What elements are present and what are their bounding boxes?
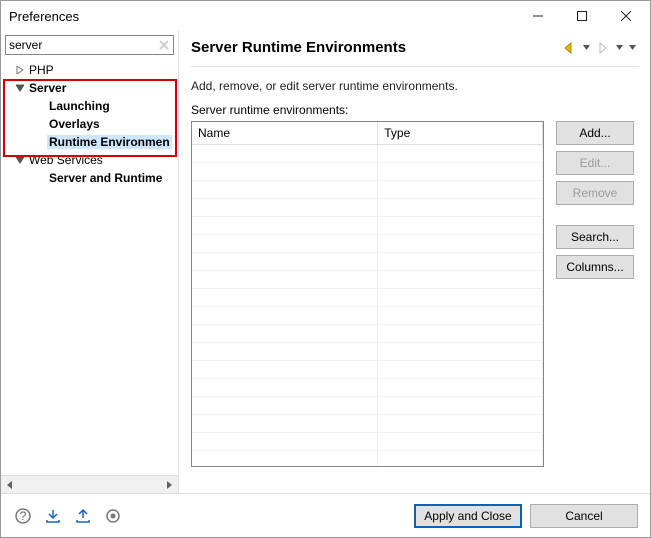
sidebar: PHP Server Launching Overlays Runtime En…: [1, 31, 179, 493]
column-header-name[interactable]: Name: [192, 122, 378, 144]
table-row[interactable]: [192, 270, 543, 288]
table-row[interactable]: [192, 288, 543, 306]
cancel-button[interactable]: Cancel: [530, 504, 638, 528]
table-row[interactable]: [192, 234, 543, 252]
page-description: Add, remove, or edit server runtime envi…: [191, 79, 638, 93]
minimize-button[interactable]: [516, 2, 560, 30]
collapse-icon[interactable]: [13, 84, 27, 92]
scroll-right-icon[interactable]: [160, 476, 178, 494]
table-row[interactable]: [192, 396, 543, 414]
main-area: PHP Server Launching Overlays Runtime En…: [1, 31, 650, 493]
close-button[interactable]: [604, 2, 648, 30]
import-icon[interactable]: [43, 506, 63, 526]
content-panel: Server Runtime Environments Add, remove,…: [179, 31, 650, 493]
view-menu-icon[interactable]: [627, 42, 638, 54]
title-bar: Preferences: [1, 1, 650, 31]
horizontal-scrollbar[interactable]: [1, 475, 178, 493]
edit-button[interactable]: Edit...: [556, 151, 634, 175]
svg-text:?: ?: [20, 509, 27, 523]
collapse-icon[interactable]: [13, 156, 27, 164]
tree-item-server[interactable]: Server: [3, 79, 178, 97]
table-row[interactable]: [192, 360, 543, 378]
table-row[interactable]: [192, 144, 543, 162]
back-menu-icon[interactable]: [581, 42, 592, 54]
tree-item-web-services[interactable]: Web Services: [3, 151, 178, 169]
tree-item-php[interactable]: PHP: [3, 61, 178, 79]
table-row[interactable]: [192, 450, 543, 467]
add-button[interactable]: Add...: [556, 121, 634, 145]
button-column: Add... Edit... Remove Search... Columns.…: [556, 121, 634, 467]
tree-item-runtime-environments[interactable]: Runtime Environmen: [3, 133, 178, 151]
table-row[interactable]: [192, 324, 543, 342]
window-title: Preferences: [9, 9, 516, 24]
oomph-icon[interactable]: [103, 506, 123, 526]
apply-close-button[interactable]: Apply and Close: [414, 504, 522, 528]
column-header-type[interactable]: Type: [378, 122, 543, 144]
runtime-table[interactable]: Name Type: [191, 121, 544, 467]
forward-icon[interactable]: [594, 42, 612, 54]
table-row[interactable]: [192, 378, 543, 396]
nav-icons: [561, 42, 638, 54]
tree-item-launching[interactable]: Launching: [3, 97, 178, 115]
search-box: [5, 35, 174, 55]
table-row[interactable]: [192, 180, 543, 198]
tree-item-overlays[interactable]: Overlays: [3, 115, 178, 133]
table-row[interactable]: [192, 216, 543, 234]
scroll-track[interactable]: [19, 476, 160, 494]
export-icon[interactable]: [73, 506, 93, 526]
table-row[interactable]: [192, 414, 543, 432]
table-row[interactable]: [192, 342, 543, 360]
search-button[interactable]: Search...: [556, 225, 634, 249]
tree-item-server-and-runtime[interactable]: Server and Runtime: [3, 169, 178, 187]
table-row[interactable]: [192, 162, 543, 180]
footer: ? Apply and Close Cancel: [1, 493, 650, 537]
remove-button[interactable]: Remove: [556, 181, 634, 205]
columns-button[interactable]: Columns...: [556, 255, 634, 279]
page-title: Server Runtime Environments: [191, 39, 561, 56]
maximize-button[interactable]: [560, 2, 604, 30]
search-input[interactable]: [5, 35, 174, 55]
page-header: Server Runtime Environments: [191, 39, 638, 67]
back-icon[interactable]: [561, 42, 579, 54]
scroll-left-icon[interactable]: [1, 476, 19, 494]
table-label: Server runtime environments:: [191, 103, 638, 117]
table-row[interactable]: [192, 252, 543, 270]
clear-search-icon[interactable]: [156, 37, 172, 53]
table-row[interactable]: [192, 432, 543, 450]
help-icon[interactable]: ?: [13, 506, 33, 526]
table-row[interactable]: [192, 198, 543, 216]
forward-menu-icon[interactable]: [614, 42, 625, 54]
preference-tree[interactable]: PHP Server Launching Overlays Runtime En…: [1, 59, 178, 475]
expand-icon[interactable]: [13, 66, 27, 74]
table-row[interactable]: [192, 306, 543, 324]
